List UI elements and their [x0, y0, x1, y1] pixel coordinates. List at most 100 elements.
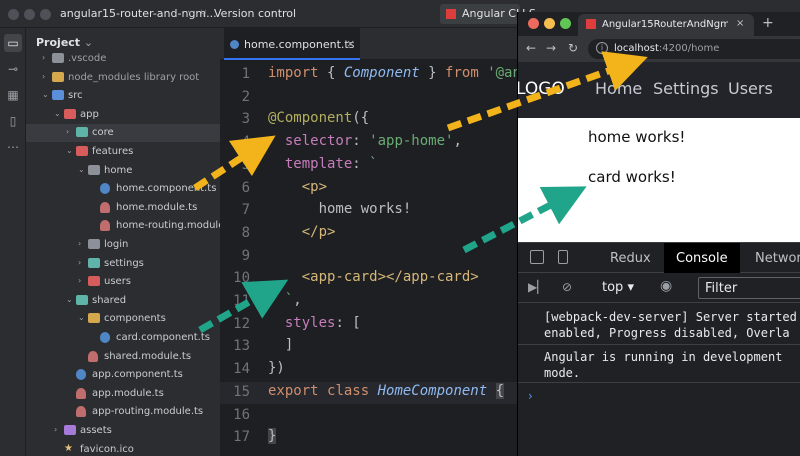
- folder-icon: [52, 90, 64, 101]
- window-minimize-button[interactable]: [24, 9, 35, 20]
- chevron-down-icon[interactable]: ⌄: [78, 313, 85, 322]
- chevron-right-icon[interactable]: ›: [42, 72, 45, 81]
- editor-tab-home-component[interactable]: home.component.ts ×: [224, 28, 360, 60]
- code-line[interactable]: 3 @Component({: [220, 109, 520, 131]
- browser-close-button[interactable]: [528, 18, 539, 29]
- code-line[interactable]: 10 <app-card></app-card>: [220, 268, 520, 290]
- inspect-element-icon[interactable]: [530, 250, 544, 264]
- structure-icon[interactable]: ▦: [4, 86, 22, 104]
- code-line[interactable]: 9: [220, 246, 520, 268]
- tree-item[interactable]: app.component.ts: [26, 366, 220, 384]
- tree-item[interactable]: ⌄ src: [26, 87, 220, 105]
- chevron-down-icon[interactable]: ⌄: [186, 6, 194, 16]
- project-panel: Project ⌄ › .vscode › node_modules library …: [26, 28, 220, 456]
- code-line[interactable]: 7 home works!: [220, 200, 520, 222]
- clear-console-icon[interactable]: ⊘: [562, 280, 572, 294]
- folder-icon[interactable]: ▭: [4, 34, 22, 52]
- devtools-tab-console[interactable]: Console: [664, 243, 740, 273]
- chevron-down-icon[interactable]: ⌄: [42, 90, 49, 99]
- chevron-right-icon[interactable]: ›: [66, 127, 69, 136]
- tree-item[interactable]: card.component.ts: [26, 329, 220, 347]
- nav-link-users[interactable]: Users: [728, 79, 773, 98]
- back-icon[interactable]: ←: [526, 41, 536, 55]
- tree-item[interactable]: › node_modules library root: [26, 69, 220, 87]
- run-config-tab[interactable]: Angular CLI S: [440, 4, 536, 24]
- code-line[interactable]: 2: [220, 87, 520, 109]
- code-line[interactable]: 5 template: `: [220, 155, 520, 177]
- sidebar-toggle-icon[interactable]: ▶▏: [528, 280, 546, 294]
- tree-item[interactable]: ★ favicon.ico: [26, 441, 220, 456]
- more-icon[interactable]: ⋯: [4, 138, 22, 156]
- code-line[interactable]: 1 import { Component } from '@angu: [220, 64, 520, 86]
- code-line[interactable]: 4 selector: 'app-home',: [220, 132, 520, 154]
- tree-item[interactable]: app.module.ts: [26, 385, 220, 403]
- code-line[interactable]: 14}): [220, 359, 520, 381]
- code-line[interactable]: 17}: [220, 427, 520, 449]
- browser-tab-title: Angular15RouterAndNgmodule: [602, 19, 728, 30]
- console-filter-input[interactable]: Filter: [698, 277, 800, 299]
- tree-item[interactable]: › core: [26, 124, 220, 143]
- close-icon[interactable]: ×: [736, 18, 744, 29]
- browser-minimize-button[interactable]: [544, 18, 555, 29]
- tree-item[interactable]: shared.module.ts: [26, 348, 220, 366]
- code-line[interactable]: 15 export class HomeComponent {: [220, 381, 520, 404]
- new-tab-icon[interactable]: +: [762, 15, 774, 31]
- commit-icon[interactable]: ⊸: [4, 60, 22, 78]
- tree-item[interactable]: ⌄ components: [26, 310, 220, 328]
- chevron-down-icon[interactable]: ⌄: [284, 6, 292, 16]
- code-line[interactable]: 16: [220, 405, 520, 427]
- devtools-tab-redux[interactable]: Redux: [598, 243, 663, 273]
- chevron-down-icon[interactable]: ⌄: [78, 165, 85, 174]
- reload-icon[interactable]: ↻: [568, 41, 578, 55]
- chevron-down-icon[interactable]: ⌄: [54, 109, 61, 118]
- code-editor[interactable]: home.component.ts × 1 import { Component …: [220, 28, 520, 456]
- context-selector[interactable]: top ▾: [602, 280, 634, 295]
- chevron-down-icon[interactable]: ⌄: [66, 295, 73, 304]
- tree-item[interactable]: home.module.ts: [26, 199, 220, 217]
- chevron-right-icon[interactable]: ›: [54, 425, 57, 434]
- window-zoom-button[interactable]: [40, 9, 51, 20]
- code-token: selector: [268, 133, 353, 150]
- tree-item[interactable]: › .vscode: [26, 50, 220, 68]
- devtools-tab-network[interactable]: Network: [743, 243, 800, 273]
- forward-icon[interactable]: →: [546, 41, 556, 55]
- tree-item[interactable]: app-routing.module.ts: [26, 403, 220, 421]
- code-line[interactable]: 11 `,: [220, 291, 520, 313]
- tree-item[interactable]: ⌄ home: [26, 162, 220, 180]
- tree-item[interactable]: › login: [26, 236, 220, 254]
- folder-icon: [88, 257, 100, 268]
- eye-icon[interactable]: ◉: [660, 278, 672, 294]
- nav-link-home[interactable]: Home: [595, 79, 642, 98]
- nav-link-settings[interactable]: Settings: [653, 79, 719, 98]
- project-panel-title[interactable]: Project ⌄: [36, 36, 93, 49]
- device-toolbar-icon[interactable]: [558, 250, 568, 264]
- tree-item[interactable]: ⌄ shared: [26, 292, 220, 310]
- chevron-right-icon[interactable]: ›: [78, 239, 81, 248]
- code-line[interactable]: 6 <p>: [220, 178, 520, 200]
- console-prompt[interactable]: ›: [528, 389, 533, 403]
- tree-item[interactable]: › assets: [26, 422, 220, 440]
- chevron-right-icon[interactable]: ›: [42, 53, 45, 62]
- chevron-down-icon[interactable]: ⌄: [66, 146, 73, 155]
- code-line[interactable]: 13 ]: [220, 336, 520, 358]
- info-icon[interactable]: i: [596, 42, 608, 54]
- app-logo[interactable]: LOGO: [518, 79, 565, 99]
- tree-item[interactable]: › users: [26, 273, 220, 291]
- filter-placeholder: Filter: [705, 281, 738, 296]
- address-bar[interactable]: i localhost:4200/home: [588, 39, 800, 59]
- tree-item[interactable]: ⌄ app: [26, 106, 220, 124]
- chevron-right-icon[interactable]: ›: [78, 258, 81, 267]
- browser-tab[interactable]: Angular15RouterAndNgmodule ×: [578, 14, 754, 36]
- close-icon[interactable]: ×: [346, 37, 355, 50]
- chevron-right-icon[interactable]: ›: [78, 276, 81, 285]
- window-close-button[interactable]: [8, 9, 19, 20]
- bookmarks-icon[interactable]: ▯: [4, 112, 22, 130]
- tree-item[interactable]: home-routing.module.ts: [26, 217, 220, 235]
- tree-item[interactable]: ⌄ features: [26, 143, 220, 161]
- browser-zoom-button[interactable]: [560, 18, 571, 29]
- code-token: `: [268, 292, 294, 308]
- code-line[interactable]: 8 </p>: [220, 223, 520, 245]
- code-line[interactable]: 12 styles: [: [220, 314, 520, 336]
- tree-item[interactable]: › settings: [26, 255, 220, 273]
- tree-item[interactable]: home.component.ts: [26, 180, 220, 198]
